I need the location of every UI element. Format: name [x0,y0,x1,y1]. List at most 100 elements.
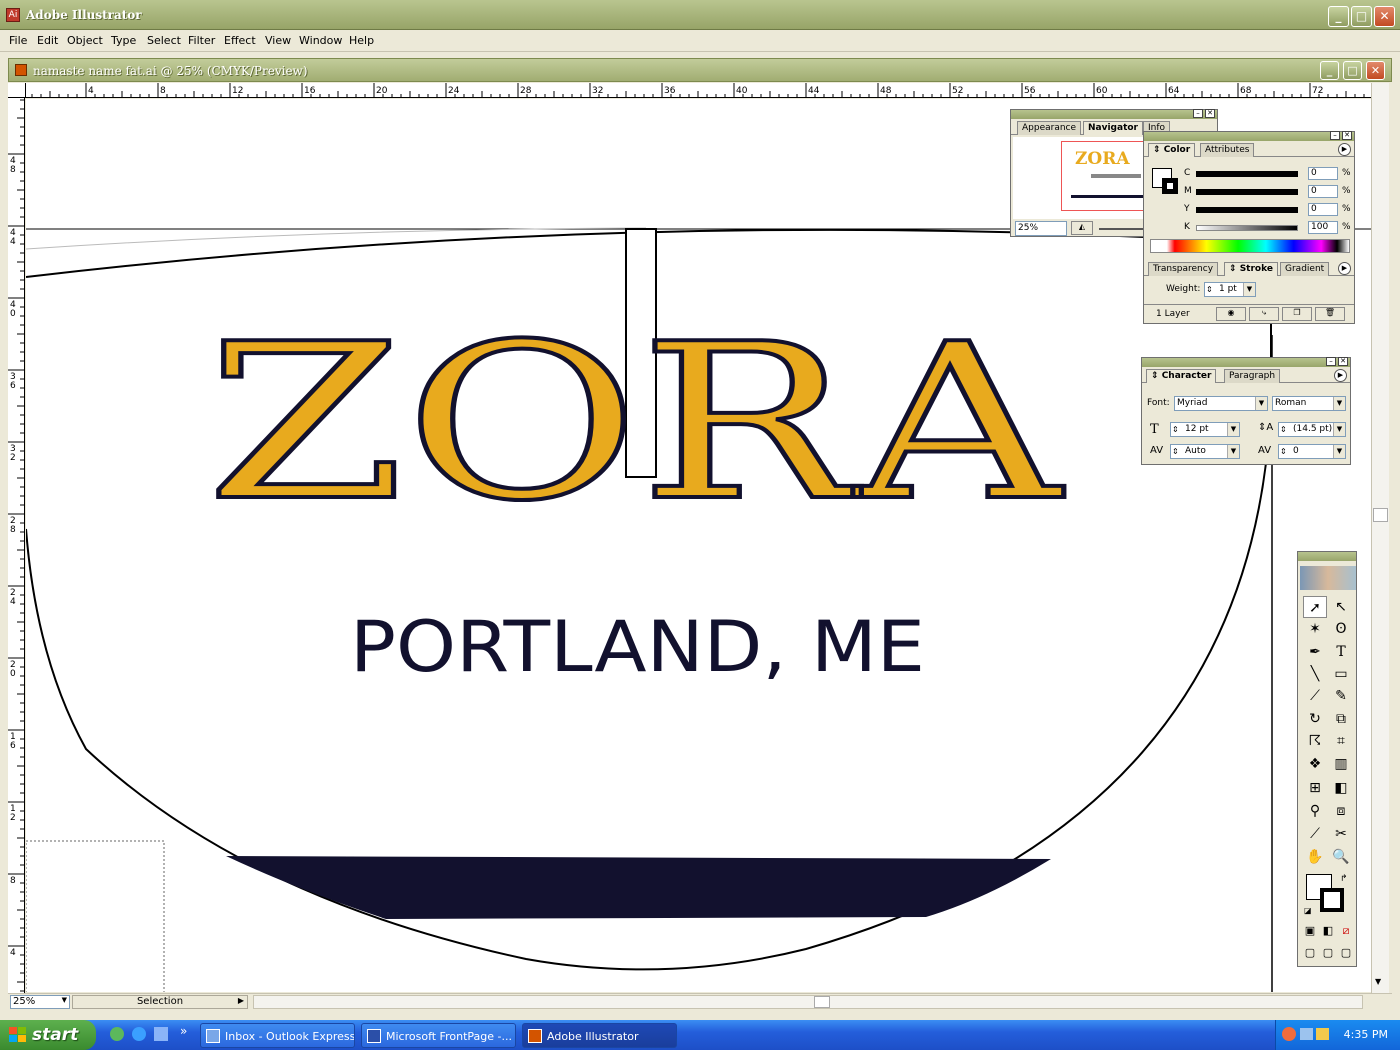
palette-minimize-icon[interactable]: – [1193,109,1203,118]
palette-minimize-icon[interactable]: – [1326,357,1336,366]
palette-close-icon[interactable]: ✕ [1205,109,1215,118]
menu-window[interactable]: Window [299,34,342,47]
lasso-tool-icon[interactable]: ʘ [1329,618,1353,640]
tracking-field[interactable]: ⇕ 0 ▼ [1278,444,1346,459]
quicklaunch-ie-icon[interactable] [132,1027,146,1041]
chevron-down-icon[interactable]: ▼ [1333,397,1345,410]
tab-paragraph[interactable]: Paragraph [1224,369,1281,383]
tray-expand-icon[interactable] [1282,1027,1296,1041]
slice-tool-icon[interactable]: ⟋ [1303,823,1327,845]
doc-maximize-button[interactable]: □ [1343,61,1362,80]
leading-stepper-icon[interactable]: ⇕ [1280,423,1287,436]
pen-tool-icon[interactable]: ✒ [1303,641,1327,663]
menu-view[interactable]: View [265,34,291,47]
rectangle-tool-icon[interactable]: ▭ [1329,663,1353,685]
full-screen-mode-icon[interactable]: ▢ [1337,944,1355,962]
chevron-down-icon[interactable]: ▼ [1243,283,1255,296]
kerning-field[interactable]: ⇕ Auto ▼ [1170,444,1240,459]
font-size-field[interactable]: ⇕ 12 pt ▼ [1170,422,1240,437]
tab-gradient[interactable]: Gradient [1280,262,1330,276]
none-mode-icon[interactable]: ⧄ [1337,922,1355,940]
graph-tool-icon[interactable]: ▥ [1329,753,1353,775]
status-tool-display[interactable]: Selection ▶ [72,995,248,1009]
warp-tool-icon[interactable]: ☈ [1303,730,1327,752]
zoom-out-icon[interactable]: ◭ [1071,221,1093,235]
palette-close-icon[interactable]: ✕ [1342,131,1352,140]
tab-transparency[interactable]: Transparency [1148,262,1219,276]
quicklaunch-more-icon[interactable]: » [180,1024,187,1038]
new-sublayer-icon[interactable]: ⤷ [1249,307,1279,321]
network-icon[interactable] [1300,1028,1313,1040]
new-layer-icon[interactable]: ❐ [1282,307,1312,321]
scale-tool-icon[interactable]: ⧉ [1329,708,1353,730]
illustrator-app-icon[interactable]: Ai [6,8,20,22]
target-layer-icon[interactable]: ◉ [1216,307,1246,321]
doc-close-button[interactable]: ✕ [1366,61,1385,80]
zoom-level-field[interactable]: 25% ▼ [10,995,70,1009]
tab-color[interactable]: ⇕ Color [1148,143,1196,157]
magic-wand-tool-icon[interactable]: ✶ [1303,618,1327,640]
color-spectrum-bar[interactable] [1150,239,1350,253]
direct-selection-tool-icon[interactable]: ↖ [1329,596,1353,618]
task-frontpage[interactable]: Microsoft FrontPage -... [361,1023,516,1048]
trash-icon[interactable]: 🗑 [1315,307,1345,321]
blend-tool-icon[interactable]: ⧈ [1329,800,1353,822]
status-menu-arrow-icon[interactable]: ▶ [238,996,244,1005]
task-illustrator[interactable]: Adobe Illustrator [522,1023,677,1048]
close-button[interactable]: ✕ [1374,6,1395,27]
scroll-down-arrow-icon[interactable]: ▼ [1375,977,1381,986]
maximize-button[interactable]: □ [1351,6,1372,27]
ruler-origin[interactable] [8,83,26,98]
palette-minimize-icon[interactable]: – [1330,131,1340,140]
magenta-value-field[interactable]: 0 [1308,185,1338,198]
navigator-palette-header[interactable]: – ✕ [1011,109,1217,119]
yellow-value-field[interactable]: 0 [1308,203,1338,216]
quicklaunch-outlook-icon[interactable] [154,1027,168,1041]
weight-field[interactable]: ⇕ 1 pt ▼ [1204,282,1256,297]
menu-type[interactable]: Type [111,34,136,47]
paintbrush-tool-icon[interactable]: ⟋ [1303,685,1327,707]
free-transform-tool-icon[interactable]: ⌗ [1329,730,1353,752]
quicklaunch-desktop-icon[interactable] [110,1027,124,1041]
stroke-color-swatch[interactable] [1320,888,1344,912]
menu-object[interactable]: Object [67,34,103,47]
cyan-value-field[interactable]: 0 [1308,167,1338,180]
start-button[interactable]: start [0,1020,96,1050]
chevron-down-icon[interactable]: ▼ [1227,423,1239,436]
full-screen-menu-mode-icon[interactable]: ▢ [1319,944,1337,962]
gradient-tool-icon[interactable]: ◧ [1329,777,1353,799]
menu-edit[interactable]: Edit [37,34,58,47]
stroke-swatch[interactable] [1162,178,1178,194]
color-palette-header[interactable]: – ✕ [1144,131,1354,141]
chevron-down-icon[interactable]: ▼ [62,996,67,1004]
scissors-tool-icon[interactable]: ✂ [1329,823,1353,845]
swap-colors-icon[interactable]: ↱ [1340,874,1348,884]
pencil-tool-icon[interactable]: ✎ [1329,685,1353,707]
document-icon[interactable] [15,64,27,76]
chevron-down-icon[interactable]: ▼ [1333,445,1345,458]
menu-filter[interactable]: Filter [188,34,215,47]
weight-stepper-icon[interactable]: ⇕ [1206,283,1213,296]
character-palette-header[interactable]: – ✕ [1142,357,1350,367]
security-icon[interactable] [1316,1028,1329,1040]
chevron-down-icon[interactable]: ▼ [1333,423,1345,436]
venus-logo-icon[interactable] [1300,566,1356,590]
tab-navigator[interactable]: Navigator [1083,121,1143,135]
standard-screen-mode-icon[interactable]: ▢ [1301,944,1319,962]
horizontal-ruler[interactable]: 4 8 12 16 20 24 28 32 36 40 44 48 52 56 60 64 68 72 [26,83,1371,98]
vertical-ruler[interactable]: 4844403632282420161284 [8,98,25,993]
stroke-palette-menu-icon[interactable]: ▶ [1338,262,1351,275]
symbol-sprayer-tool-icon[interactable]: ❖ [1303,753,1327,775]
selection-tool-icon[interactable]: ➚ [1303,596,1327,618]
palette-menu-icon[interactable]: ▶ [1338,143,1351,156]
leading-field[interactable]: ⇕ (14.5 pt) ▼ [1278,422,1346,437]
type-tool-icon[interactable]: T [1329,641,1353,663]
menu-file[interactable]: File [9,34,27,47]
menu-effect[interactable]: Effect [224,34,256,47]
menu-help[interactable]: Help [349,34,374,47]
horizontal-scrollbar[interactable] [253,995,1363,1009]
vertical-scrollbar[interactable]: ▼ [1371,83,1389,993]
color-mode-icon[interactable]: ▣ [1301,922,1319,940]
default-colors-icon[interactable]: ◪ [1304,906,1312,915]
font-style-select[interactable]: Roman ▼ [1272,396,1346,411]
